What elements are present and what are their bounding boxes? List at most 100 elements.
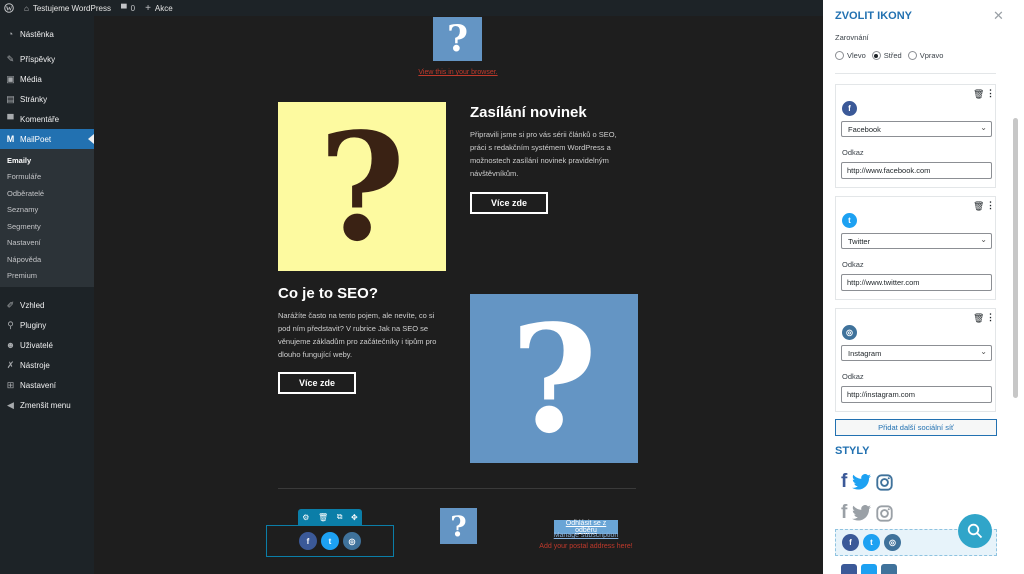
trash-icon[interactable]: 🗑: [973, 201, 984, 212]
radio-label: Střed: [883, 51, 902, 60]
sidebar-item-mailpoet[interactable]: M MailPoet: [0, 129, 94, 149]
close-icon[interactable]: ✕: [993, 8, 1004, 24]
instagram-icon[interactable]: ◎: [343, 532, 361, 550]
sidebar-item-comments[interactable]: ▀ Komentáře: [0, 109, 94, 129]
sidebar-item-label: Vzhled: [20, 300, 45, 310]
sidebar-item-label: Zmenšit menu: [20, 400, 71, 410]
sidebar-item-plugins[interactable]: ⚲ Pluginy: [0, 315, 94, 335]
network-select[interactable]: Twitter ⌄: [841, 233, 992, 249]
styles-title: STYLY: [835, 445, 870, 457]
sidebar-item-collapse[interactable]: ◀ Zmenšit menu: [0, 395, 94, 415]
wrench-icon: ✗: [6, 359, 15, 370]
submenu-subscribers[interactable]: Odběratelé: [0, 185, 94, 202]
twitter-icon: t: [842, 213, 857, 228]
instagram-icon: [876, 504, 893, 522]
facebook-icon[interactable]: f: [299, 532, 317, 550]
trash-icon[interactable]: 🗑: [973, 313, 984, 324]
submenu-emails[interactable]: Emaily: [0, 152, 94, 169]
radio-label: Vlevo: [847, 51, 866, 60]
network-select[interactable]: Facebook ⌄: [841, 121, 992, 137]
search-button[interactable]: [958, 514, 992, 548]
sidebar-item-media[interactable]: ▣ Média: [0, 69, 94, 89]
radio-left[interactable]: Vlevo: [835, 51, 866, 60]
sidebar-item-label: MailPoet: [20, 134, 52, 144]
sidebar-item-label: Stránky: [20, 94, 48, 104]
link-input[interactable]: http://www.twitter.com: [841, 274, 992, 291]
users-icon: ☻: [5, 340, 16, 350]
gear-icon[interactable]: ⚙: [302, 513, 309, 522]
social-block[interactable]: f t ◎: [266, 525, 394, 557]
seo-more-button[interactable]: Více zde: [278, 372, 356, 394]
submenu-forms[interactable]: Formuláře: [0, 169, 94, 186]
radio-right[interactable]: Vpravo: [907, 51, 943, 60]
style-option-blue[interactable]: f: [841, 471, 893, 493]
seo-image-placeholder[interactable]: ?: [470, 292, 638, 466]
submenu-lists[interactable]: Seznamy: [0, 202, 94, 219]
style-option-grey[interactable]: f: [841, 502, 893, 524]
sidebar-item-label: Média: [20, 74, 42, 84]
email-editor-canvas: ? View this in your browser. ? Zasílání …: [94, 16, 823, 574]
link-label: Odkaz: [842, 372, 864, 381]
wordpress-logo-icon[interactable]: W: [4, 3, 14, 13]
sidebar-item-users[interactable]: ☻ Uživatelé: [0, 335, 94, 355]
twitter-icon: [852, 474, 872, 490]
social-block-toolbar: ⚙ 🗑 ⧉ ✥: [298, 509, 362, 525]
sidebar-item-tools[interactable]: ✗ Nástroje: [0, 355, 94, 375]
newsletter-image-placeholder[interactable]: ?: [278, 100, 446, 274]
postal-address-text[interactable]: Add your postal address here!: [530, 543, 642, 550]
comments-icon: ▀: [7, 114, 14, 124]
manage-subscription-link[interactable]: Manage subscription: [542, 532, 630, 539]
more-icon[interactable]: ⋮: [986, 88, 995, 99]
view-in-browser-link[interactable]: View this in your browser.: [394, 69, 522, 76]
select-value: Twitter: [848, 237, 871, 246]
collapse-icon: ◀: [7, 399, 14, 410]
admin-bar: W ⌂ Testujeme WordPress ▀ 0 + Akce: [0, 0, 823, 16]
sidebar-item-pages[interactable]: ▤ Stránky: [0, 89, 94, 109]
move-icon[interactable]: ✥: [351, 513, 358, 522]
sidebar-item-posts[interactable]: ✎ Příspěvky: [0, 49, 94, 69]
more-icon[interactable]: ⋮: [986, 200, 995, 211]
newsletter-more-button[interactable]: Více zde: [470, 192, 548, 214]
submenu-segments[interactable]: Segmenty: [0, 218, 94, 235]
facebook-icon: f: [842, 101, 857, 116]
home-icon: ⌂: [24, 3, 29, 13]
network-select[interactable]: Instagram ⌄: [841, 345, 992, 361]
style-option-squares[interactable]: [841, 564, 897, 574]
panel-scrollbar[interactable]: [1013, 118, 1018, 398]
more-icon[interactable]: ⋮: [986, 312, 995, 323]
twitter-icon[interactable]: t: [321, 532, 339, 550]
mailpoet-icon: M: [6, 134, 15, 144]
sidebar-item-label: Nástroje: [20, 360, 50, 370]
twitter-icon: t: [863, 534, 880, 551]
comments-link[interactable]: ▀ 0: [121, 4, 135, 13]
facebook-icon: [841, 564, 857, 574]
facebook-icon: f: [841, 471, 848, 492]
newsletter-text: Připravili jsme si pro vás sérii článků …: [470, 130, 617, 178]
link-input[interactable]: http://www.facebook.com: [841, 162, 992, 179]
add-network-button[interactable]: Přidat další sociální síť: [835, 419, 997, 436]
sidebar-item-appearance[interactable]: ✐ Vzhled: [0, 295, 94, 315]
icons-settings-panel: ZVOLIT IKONY ✕ Zarovnání Vlevo Střed Vpr…: [823, 0, 1024, 574]
sidebar-item-dashboard[interactable]: ◔ Nástěnka: [0, 24, 94, 44]
site-name: Testujeme WordPress: [32, 3, 111, 13]
link-label: Odkaz: [842, 148, 864, 157]
newsletter-heading: Zasílání novinek: [470, 104, 587, 121]
alignment-label: Zarovnání: [835, 33, 869, 42]
site-name-link[interactable]: ⌂ Testujeme WordPress: [24, 4, 111, 13]
duplicate-icon[interactable]: ⧉: [337, 512, 343, 522]
submenu-help[interactable]: Nápověda: [0, 251, 94, 268]
facebook-icon: f: [841, 502, 848, 523]
submenu-settings[interactable]: Nastavení: [0, 235, 94, 252]
footer-image-placeholder[interactable]: ?: [440, 508, 477, 544]
trash-icon[interactable]: 🗑: [318, 513, 328, 522]
trash-icon[interactable]: 🗑: [973, 89, 984, 100]
submenu-premium[interactable]: Premium: [0, 268, 94, 285]
twitter-icon: [852, 505, 872, 521]
seo-heading: Co je to SEO?: [278, 285, 379, 302]
radio-center[interactable]: Střed: [871, 51, 902, 60]
link-input[interactable]: http://instagram.com: [841, 386, 992, 403]
sidebar-item-settings[interactable]: ⊞ Nastavení: [0, 375, 94, 395]
new-content-link[interactable]: + Akce: [145, 3, 173, 14]
header-image-placeholder[interactable]: ?: [433, 17, 482, 61]
sidebar-item-label: Komentáře: [20, 114, 60, 124]
